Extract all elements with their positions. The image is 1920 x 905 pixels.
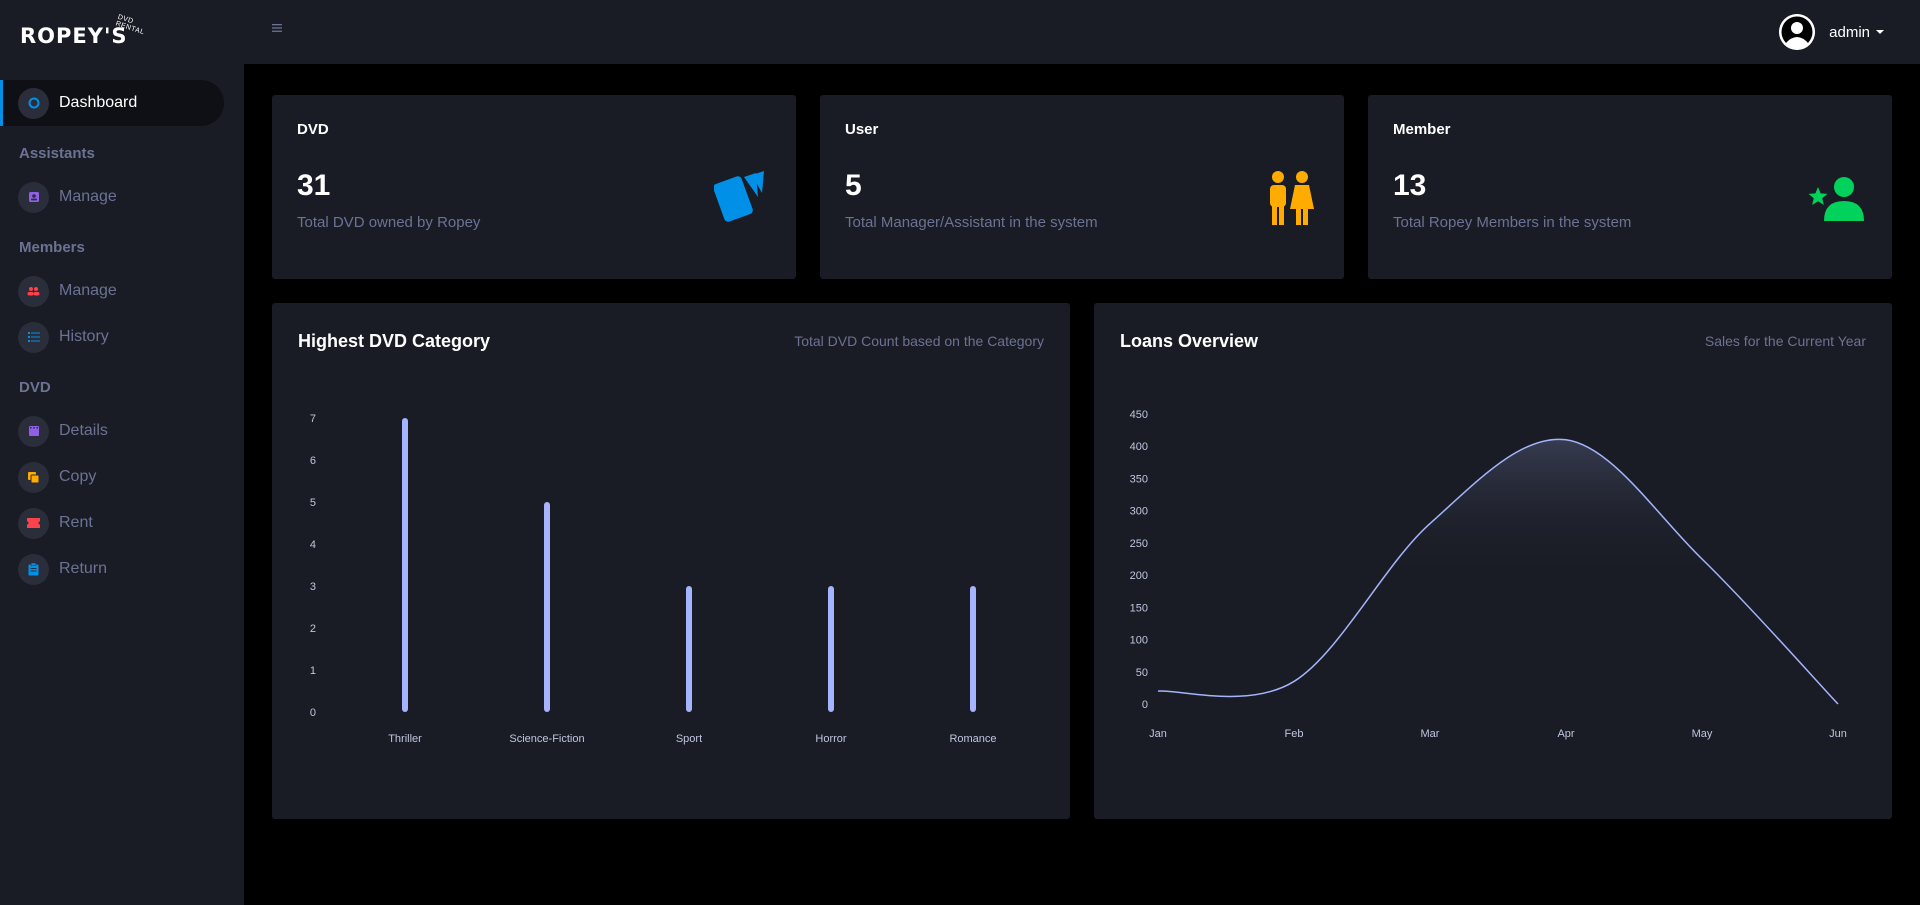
contact-card-icon	[18, 181, 49, 213]
bar[interactable]	[970, 586, 976, 712]
bar[interactable]	[828, 586, 834, 712]
sidebar-item-label: Details	[59, 422, 108, 439]
bar[interactable]	[686, 586, 692, 712]
user-menu[interactable]: admin	[1779, 14, 1884, 50]
sidebar-item-label: Manage	[59, 282, 117, 299]
x-tick-label: Thriller	[388, 733, 422, 745]
section-members: Members	[19, 239, 85, 256]
x-tick-label: Feb	[1285, 728, 1304, 740]
copy-icon	[18, 461, 49, 493]
section-dvd: DVD	[19, 379, 51, 396]
sidebar-item-label: Manage	[59, 188, 117, 205]
sidebar-item-dvd-details[interactable]: Details	[0, 408, 224, 454]
stat-card-dvd: DVD 31 Total DVD owned by Ropey	[272, 95, 796, 279]
member-star-icon	[1808, 177, 1866, 226]
user-name: admin	[1829, 23, 1870, 41]
y-tick-label: 5	[310, 497, 316, 509]
y-tick-label: 0	[310, 707, 316, 719]
y-tick-label: 450	[1130, 409, 1148, 421]
top-navbar: admin	[244, 0, 1920, 64]
sidebar-item-label: Return	[59, 560, 108, 577]
bar[interactable]	[544, 502, 550, 712]
series-area	[1158, 439, 1838, 704]
loans-panel: Loans Overview Sales for the Current Yea…	[1094, 303, 1892, 819]
stat-description: Total Manager/Assistant in the system	[845, 214, 1098, 231]
y-tick-label: 0	[1142, 699, 1148, 711]
menu-toggle-icon[interactable]	[272, 20, 284, 32]
y-tick-label: 350	[1130, 473, 1148, 485]
brand-logo[interactable]: ROPEY'S DVD RENTAL	[20, 14, 145, 54]
y-tick-label: 200	[1130, 570, 1148, 582]
sidebar-item-members-history[interactable]: History	[0, 314, 224, 360]
list-icon	[18, 321, 49, 353]
y-tick-label: 1	[310, 665, 316, 677]
film-icon	[18, 415, 49, 447]
y-tick-label: 250	[1130, 538, 1148, 550]
stat-description: Total DVD owned by Ropey	[297, 214, 481, 231]
sidebar-item-dashboard[interactable]: Dashboard	[0, 80, 224, 126]
stat-title: User	[845, 121, 879, 138]
category-panel: Highest DVD Category Total DVD Count bas…	[272, 303, 1070, 819]
sidebar-item-label: Rent	[59, 514, 93, 531]
x-tick-label: Apr	[1557, 728, 1574, 740]
x-tick-label: Jun	[1829, 728, 1847, 740]
y-tick-label: 400	[1130, 441, 1148, 453]
dvd-cards-icon	[713, 171, 770, 228]
x-tick-label: Jan	[1149, 728, 1167, 740]
brand-name: ROPEY'S	[20, 24, 128, 48]
sidebar-item-dvd-copy[interactable]: Copy	[0, 454, 224, 500]
y-tick-label: 3	[310, 581, 316, 593]
users-icon	[18, 275, 49, 307]
avatar	[1779, 14, 1816, 50]
ticket-icon	[18, 507, 49, 539]
stat-card-user: User 5 Total Manager/Assistant in the sy…	[820, 95, 1344, 279]
x-tick-label: Sport	[676, 733, 702, 745]
loans-line-chart: 0 50 100 150 200 250 300 350 400 450 Jan Feb Mar Apr M…	[1130, 409, 1847, 740]
sidebar-item-members-manage[interactable]: Manage	[0, 268, 224, 314]
sidebar: ROPEY'S DVD RENTAL Dashboard Assistants …	[0, 0, 244, 905]
y-tick-label: 150	[1130, 602, 1148, 614]
stat-card-member: Member 13 Total Ropey Members in the sys…	[1368, 95, 1892, 279]
y-tick-label: 100	[1130, 635, 1148, 647]
sidebar-item-label: History	[59, 328, 109, 345]
y-tick-label: 2	[310, 623, 316, 635]
bar[interactable]	[402, 418, 408, 712]
people-icon	[1268, 171, 1314, 232]
sidebar-item-assistants-manage[interactable]: Manage	[0, 174, 224, 220]
y-tick-label: 50	[1136, 667, 1148, 679]
sidebar-item-dvd-return[interactable]: Return	[0, 546, 224, 592]
stat-value: 13	[1393, 169, 1427, 202]
x-tick-label: May	[1692, 728, 1713, 740]
clipboard-icon	[18, 553, 49, 585]
stat-title: DVD	[297, 121, 329, 138]
sidebar-item-dvd-rent[interactable]: Rent	[0, 500, 224, 546]
category-bar-chart: 0 1 2 3 4 5 6 7 Thriller Science-Fiction Sport Horr…	[310, 413, 997, 745]
y-tick-label: 300	[1130, 506, 1148, 518]
speedometer-icon	[18, 87, 49, 119]
section-assistants: Assistants	[19, 145, 95, 162]
stat-value: 5	[845, 169, 862, 202]
stat-value: 31	[297, 169, 331, 202]
y-tick-label: 6	[310, 455, 316, 467]
sidebar-item-label: Copy	[59, 468, 97, 485]
x-tick-label: Science-Fiction	[509, 733, 584, 745]
y-tick-label: 7	[310, 413, 316, 425]
chevron-down-icon	[1876, 30, 1884, 34]
sidebar-nav: Dashboard Assistants Manage Members Mana…	[0, 80, 244, 592]
x-tick-label: Horror	[815, 733, 847, 745]
y-tick-label: 4	[310, 539, 316, 551]
x-tick-label: Romance	[949, 733, 996, 745]
sidebar-item-label: Dashboard	[59, 94, 138, 111]
x-tick-label: Mar	[1421, 728, 1440, 740]
stat-title: Member	[1393, 121, 1451, 138]
stat-description: Total Ropey Members in the system	[1393, 214, 1632, 231]
